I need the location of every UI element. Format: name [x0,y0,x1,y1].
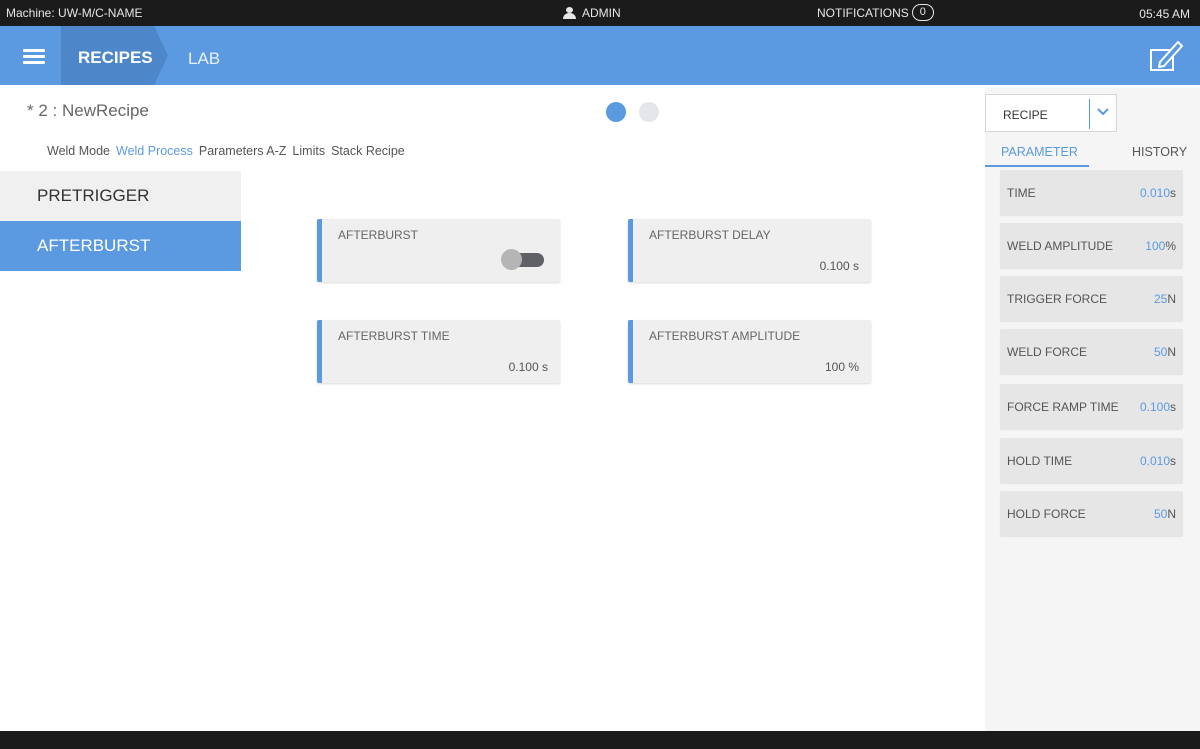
afterburst-delay-card[interactable]: AFTERBURST DELAY 0.100 s [628,219,871,282]
breadcrumb-recipes[interactable]: RECIPES [61,26,168,85]
afterburst-amplitude-card[interactable]: AFTERBURST AMPLITUDE 100 % [628,320,871,383]
param-label: HOLD FORCE [1007,507,1086,521]
chevron-down-icon[interactable] [1096,107,1110,117]
bottom-bar [0,731,1200,749]
toggle-knob [501,249,522,270]
recipe-title: * 2 : NewRecipe [27,101,149,120]
afterburst-time-label: AFTERBURST TIME [338,329,450,343]
card-accent-bar [628,320,633,383]
afterburst-delay-value: 0.100 s [819,259,859,273]
afterburst-time-value: 0.100 s [508,360,548,374]
afterburst-toggle[interactable] [501,249,544,270]
card-accent-bar [628,219,633,282]
param-label: TRIGGER FORCE [1007,292,1108,306]
afterburst-amplitude-value: 100 % [824,360,859,374]
notifications-count-badge: 0 [911,4,934,21]
param-value: 0.100s [1139,400,1176,414]
user-icon [563,7,576,19]
active-tab-underline [985,165,1089,167]
afterburst-label: AFTERBURST [338,228,419,242]
param-value: 100% [1145,239,1176,253]
recipe-tabs: Weld Mode Weld Process Parameters A-Z Li… [47,144,405,158]
param-label: WELD AMPLITUDE [1007,239,1114,253]
afterburst-card[interactable]: AFTERBURST [317,219,560,282]
machine-name: Machine: UW-M/C-NAME [6,6,143,20]
afterburst-delay-label: AFTERBURST DELAY [649,228,771,242]
breadcrumb-lab[interactable]: LAB [188,49,220,69]
dropdown-divider [1089,99,1090,129]
param-label: FORCE RAMP TIME [1007,400,1119,414]
param-value: 0.010s [1139,454,1176,468]
status-bar: Machine: UW-M/C-NAME ADMIN NOTIFICATIONS… [0,0,1200,26]
tab-stack-recipe[interactable]: Stack Recipe [331,144,405,158]
param-label: TIME [1007,186,1036,200]
menu-icon[interactable] [23,49,45,64]
param-row-time[interactable]: TIME 0.010s [1000,170,1183,215]
breadcrumb-recipes-label: RECIPES [78,48,153,67]
tab-parameters-a-z[interactable]: Parameters A-Z [199,144,287,158]
user-name: ADMIN [582,6,621,20]
app-header: RECIPES LAB [0,26,1200,85]
side-item-pretrigger[interactable]: PRETRIGGER [0,171,241,221]
recipe-summary-panel: RECIPE PARAMETER HISTORY TIME 0.010s WEL… [985,88,1200,731]
notifications-button[interactable]: NOTIFICATIONS 0 [817,4,934,21]
notifications-label: NOTIFICATIONS [817,5,909,20]
param-row-hold-force[interactable]: HOLD FORCE 50N [1000,491,1183,536]
page-dot-1[interactable] [606,102,626,122]
param-value: 50N [1153,507,1176,521]
recipe-dropdown[interactable]: RECIPE [985,94,1117,132]
param-row-weld-force[interactable]: WELD FORCE 50N [1000,329,1183,374]
param-value: 50N [1153,345,1176,359]
side-item-afterburst[interactable]: AFTERBURST [0,221,241,271]
user-menu[interactable]: ADMIN [563,6,621,20]
tab-parameter[interactable]: PARAMETER [1001,145,1078,159]
param-row-hold-time[interactable]: HOLD TIME 0.010s [1000,438,1183,483]
param-value: 0.010s [1139,186,1176,200]
param-value: 25N [1153,292,1176,306]
afterburst-time-card[interactable]: AFTERBURST TIME 0.100 s [317,320,560,383]
page-dot-2[interactable] [639,102,659,122]
clock: 05:45 AM [1139,7,1190,21]
param-label: HOLD TIME [1007,454,1073,468]
page-indicator [606,102,659,122]
tab-history[interactable]: HISTORY [1132,145,1187,159]
process-side-menu: PRETRIGGER AFTERBURST [0,171,241,271]
card-accent-bar [317,320,322,383]
afterburst-amplitude-label: AFTERBURST AMPLITUDE [649,329,801,343]
tab-weld-mode[interactable]: Weld Mode [47,144,110,158]
param-row-force-ramp-time[interactable]: FORCE RAMP TIME 0.100s [1000,384,1183,429]
param-label: WELD FORCE [1007,345,1088,359]
tab-limits[interactable]: Limits [292,144,325,158]
param-row-trigger-force[interactable]: TRIGGER FORCE 25N [1000,276,1183,321]
edit-icon[interactable] [1148,38,1184,74]
tab-weld-process[interactable]: Weld Process [116,144,193,158]
recipe-dropdown-value: RECIPE [1003,108,1048,122]
card-accent-bar [317,219,322,282]
param-row-weld-amplitude[interactable]: WELD AMPLITUDE 100% [1000,223,1183,268]
